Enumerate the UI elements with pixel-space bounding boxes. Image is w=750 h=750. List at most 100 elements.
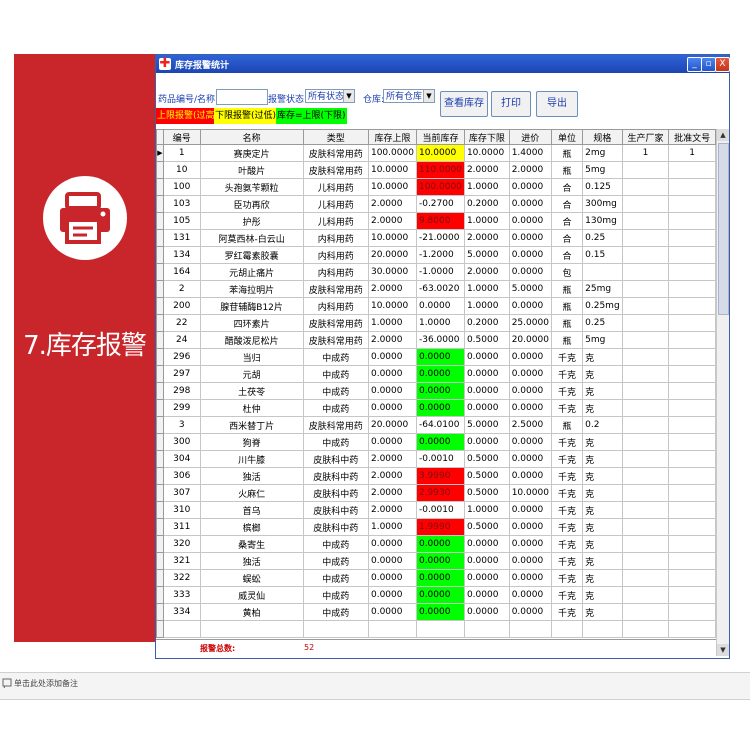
chevron-down-icon[interactable]: ▼ (423, 90, 434, 102)
row-selector[interactable] (156, 586, 164, 604)
table-row[interactable]: 105 护彤 儿科用药 2.0000 9.8000 1.0000 0.0000 合 130mg (156, 212, 716, 230)
column-header[interactable]: 编号 (162, 129, 201, 145)
cell-type: 中成药 (302, 433, 369, 451)
table-row[interactable]: 300 狗脊 中成药 0.0000 0.0000 0.0000 0.0000 千克克 (156, 433, 716, 451)
row-selector[interactable] (156, 450, 164, 468)
table-row[interactable]: 297 元胡 中成药 0.0000 0.0000 0.0000 0.0000 千克克 (156, 365, 716, 383)
table-row[interactable]: 322 蜈蚣 中成药 0.0000 0.0000 0.0000 0.0000 千克克 (156, 569, 716, 587)
row-selector[interactable] (156, 416, 164, 434)
table-row[interactable]: 200 腺苷辅酶B12片 内科用药 10.0000 0.0000 1.0000 0.0000… (156, 297, 716, 315)
row-selector[interactable] (156, 382, 164, 400)
print-button[interactable]: 打印 (491, 91, 531, 117)
scroll-up-icon[interactable]: ▲ (717, 129, 729, 141)
row-selector[interactable] (156, 280, 164, 298)
table-row[interactable]: 320 桑寄生 中成药 0.0000 0.0000 0.0000 0.0000 千克克 (156, 535, 716, 553)
cell-name: 桑寄生 (199, 535, 304, 553)
row-selector[interactable] (156, 331, 164, 349)
column-header[interactable]: 当前库存 (415, 129, 465, 145)
table-row[interactable]: 304 川牛膝 皮肤科中药 2.0000 -0.0010 0.5000 0.0000 千克克 (156, 450, 716, 468)
table-row[interactable]: 310 首乌 皮肤科中药 2.0000 -0.0010 1.0000 0.0000 千克克 (156, 501, 716, 519)
table-row[interactable]: 10 叶酸片 皮肤科常用药 10.0000 110.0000 2.0000 2.0000 瓶 5… (156, 161, 716, 179)
scroll-thumb[interactable] (718, 143, 729, 315)
table-row[interactable]: 311 槟榔 皮肤科中药 1.0000 1.9990 0.5000 0.0000 千克克 (156, 518, 716, 536)
row-selector[interactable] (156, 297, 164, 315)
drug-search-input[interactable] (216, 89, 268, 105)
row-selector[interactable] (156, 484, 164, 502)
window-titlebar[interactable]: ✚ 库存报警统计 _ ▫ X (156, 55, 730, 73)
row-selector[interactable] (156, 348, 164, 366)
table-row[interactable]: 334 黄柏 中成药 0.0000 0.0000 0.0000 0.0000 千克克 (156, 603, 716, 621)
status-select[interactable]: 所有状态 ▼ (305, 89, 355, 103)
maximize-button[interactable]: ▫ (701, 57, 716, 72)
row-selector[interactable]: ▶ (156, 144, 164, 162)
row-selector[interactable] (156, 569, 164, 587)
warehouse-select[interactable]: 所有仓库 ▼ (383, 89, 435, 103)
stock-alarm-window: ✚ 库存报警统计 _ ▫ X 药品编号/名称: 报警状态: 所有状态 ▼ 仓库:… (155, 54, 730, 659)
table-row[interactable]: 131 阿莫西林-白云山 内科用药 10.0000 -21.0000 2.0000 0.00… (156, 229, 716, 247)
view-stock-button[interactable]: 查看库存 (440, 91, 488, 117)
row-selector[interactable] (156, 603, 164, 621)
row-selector[interactable] (156, 399, 164, 417)
export-button[interactable]: 导出 (536, 91, 578, 117)
row-selector[interactable] (156, 229, 164, 247)
notes-placeholder[interactable]: 单击此处添加备注 (14, 678, 78, 689)
column-header[interactable]: 名称 (199, 129, 304, 145)
table-row[interactable]: 103 臣功再欣 儿科用药 2.0000 -0.2700 0.2000 0.0000 合 300… (156, 195, 716, 213)
cell-maker: 1 (621, 144, 670, 162)
table-row[interactable]: 298 土茯苓 中成药 0.0000 0.0000 0.0000 0.0000 千克克 (156, 382, 716, 400)
cell-lower: 2.0000 (463, 161, 510, 179)
table-row[interactable]: 134 罗红霉素胶囊 内科用药 20.0000 -1.2000 5.0000 0.0000 合… (156, 246, 716, 264)
row-selector[interactable] (156, 535, 164, 553)
row-selector[interactable] (156, 365, 164, 383)
table-row[interactable]: 24 醋酸泼尼松片 皮肤科常用药 2.0000 -36.0000 0.5000 20.000… (156, 331, 716, 349)
column-header[interactable]: 库存上限 (367, 129, 417, 145)
cell-type: 皮肤科中药 (302, 484, 369, 502)
chevron-down-icon[interactable]: ▼ (343, 90, 354, 102)
table-row[interactable]: 2 苯海拉明片 皮肤科常用药 2.0000 -63.0020 1.0000 5.0000 瓶 2… (156, 280, 716, 298)
column-header[interactable]: 批准文号 (668, 129, 716, 145)
row-selector[interactable] (156, 433, 164, 451)
table-row[interactable]: 299 杜仲 中成药 0.0000 0.0000 0.0000 0.0000 千克克 (156, 399, 716, 417)
table-row[interactable]: 100 头孢氨苄颗粒 儿科用药 10.0000 100.0000 1.0000 0.0000… (156, 178, 716, 196)
vertical-scrollbar[interactable]: ▲ ▼ (716, 129, 729, 656)
table-row[interactable]: ▶ 1 赛庚定片 皮肤科常用药 100.0000 10.0000 10.0000 1.4000… (156, 144, 716, 162)
table-row[interactable]: 296 当归 中成药 0.0000 0.0000 0.0000 0.0000 千克克 (156, 348, 716, 366)
column-header[interactable]: 进价 (508, 129, 552, 145)
row-selector[interactable] (156, 501, 164, 519)
table-row[interactable]: 321 独活 中成药 0.0000 0.0000 0.0000 0.0000 千克克 (156, 552, 716, 570)
table-row[interactable]: 307 火麻仁 皮肤科中药 2.0000 2.9930 0.5000 10.0000 千克克 (156, 484, 716, 502)
table-row[interactable]: 3 西米替丁片 皮肤科常用药 20.0000 -64.0100 5.0000 2.5000 瓶… (156, 416, 716, 434)
cell-id: 296 (162, 348, 201, 366)
close-button[interactable]: X (715, 57, 730, 72)
cell-current: -1.2000 (415, 246, 465, 264)
stock-alarm-grid[interactable]: 编号 名称 类型 库存上限 当前库存 库存下限 进价 单位 规格 生产厂家 批准文号 ▶ 1 赛庚定片皮… (156, 129, 716, 640)
row-selector[interactable] (156, 518, 164, 536)
row-selector[interactable] (156, 161, 164, 179)
row-selector[interactable] (156, 178, 164, 196)
row-selector[interactable] (156, 246, 164, 264)
table-row[interactable]: 22 四环素片 皮肤科常用药 1.0000 1.0000 0.2000 25.0000 瓶 0.… (156, 314, 716, 332)
table-row[interactable]: 164 元胡止痛片 内科用药 30.0000 -1.0000 2.0000 0.0000 包 (156, 263, 716, 281)
cell-id: 297 (162, 365, 201, 383)
scroll-down-icon[interactable]: ▼ (717, 644, 729, 656)
column-header[interactable]: 规格 (582, 129, 623, 145)
table-row[interactable]: 306 独活 皮肤科中药 2.0000 3.9990 0.5000 0.0000 千克克 (156, 467, 716, 485)
cell-current: -36.0000 (415, 331, 465, 349)
cell-upper: 0.0000 (367, 399, 417, 417)
column-header[interactable]: 单位 (550, 129, 584, 145)
row-selector[interactable] (156, 552, 164, 570)
row-selector[interactable] (156, 195, 164, 213)
notes-bar[interactable] (0, 672, 750, 700)
row-selector[interactable] (156, 314, 164, 332)
column-header[interactable]: 类型 (302, 129, 369, 145)
row-selector[interactable] (156, 467, 164, 485)
cell-lower: 2.0000 (463, 229, 510, 247)
column-header[interactable]: 生产厂家 (621, 129, 670, 145)
cell-lower: 5.0000 (463, 416, 510, 434)
minimize-button[interactable]: _ (687, 57, 702, 72)
cell-current: -1.0000 (415, 263, 465, 281)
column-header[interactable]: 库存下限 (463, 129, 510, 145)
row-selector[interactable] (156, 263, 164, 281)
row-selector[interactable] (156, 212, 164, 230)
table-row[interactable]: 333 威灵仙 中成药 0.0000 0.0000 0.0000 0.0000 千克克 (156, 586, 716, 604)
